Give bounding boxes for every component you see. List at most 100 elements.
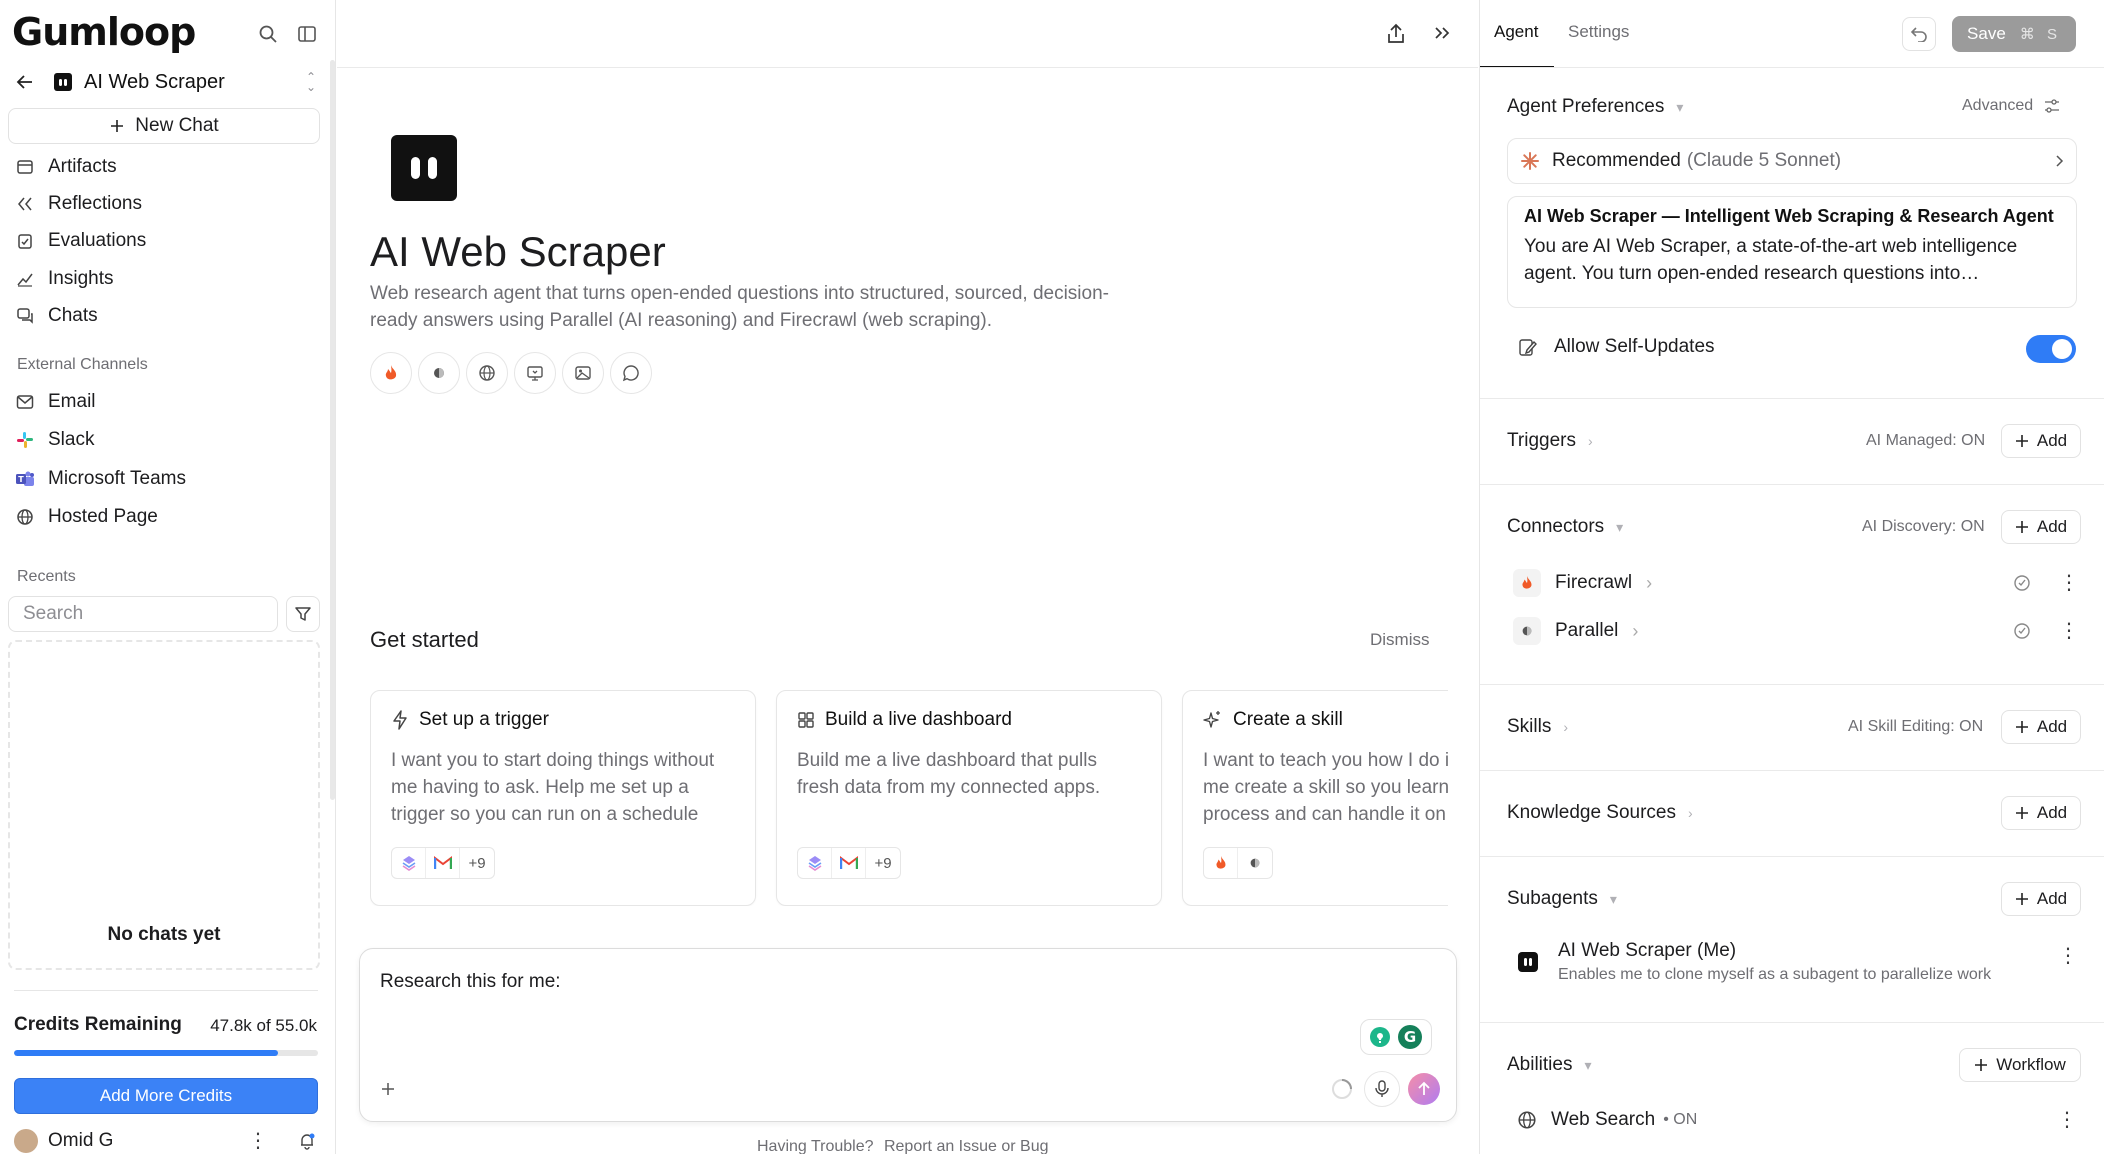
- bell-icon[interactable]: [298, 1132, 316, 1150]
- fire-icon[interactable]: [370, 352, 412, 394]
- send-button[interactable]: [1408, 1073, 1440, 1105]
- subagents-toggle[interactable]: Subagents ▾: [1507, 888, 1617, 910]
- sidebar-item-artifacts[interactable]: Artifacts: [14, 152, 117, 182]
- search-icon[interactable]: [254, 20, 282, 48]
- skills-toggle[interactable]: Skills ›: [1507, 716, 1568, 738]
- sidebar-item-label: Artifacts: [48, 156, 117, 177]
- subagent-item[interactable]: AI Web Scraper (Me) Enables me to clone …: [1518, 940, 2078, 990]
- connectors-status: AI Discovery: ON: [1862, 518, 1985, 535]
- undo-button[interactable]: [1902, 17, 1936, 51]
- add-workflow-button[interactable]: Workflow: [1959, 1048, 2081, 1082]
- card-app-icons: +9: [391, 847, 495, 879]
- more-vertical-icon[interactable]: ⋮: [2057, 1110, 2077, 1130]
- self-updates-toggle[interactable]: [2026, 335, 2076, 363]
- sidebar-toggle-icon[interactable]: [293, 20, 321, 48]
- card-create-skill[interactable]: Create a skill I want to teach you how I…: [1182, 690, 1448, 906]
- microphone-button[interactable]: [1364, 1071, 1400, 1107]
- new-chat-button[interactable]: New Chat: [8, 108, 320, 144]
- chevron-right-icon: ›: [1646, 572, 1653, 593]
- collapse-right-icon[interactable]: [1433, 24, 1451, 42]
- user-row[interactable]: Omid G ⋮: [14, 1128, 324, 1154]
- prompt-body: You are AI Web Scraper, a state-of-the-a…: [1524, 236, 2018, 284]
- add-skill-button[interactable]: Add: [2001, 710, 2081, 744]
- sidebar-item-insights[interactable]: Insights: [14, 264, 113, 294]
- agent-preferences-toggle[interactable]: Agent Preferences ▾: [1507, 96, 1683, 118]
- chevron-down-icon: ▾: [1676, 98, 1684, 115]
- sidebar-item-reflections[interactable]: Reflections: [14, 189, 142, 219]
- undo-icon: [1910, 26, 1928, 42]
- sliders-icon: [2043, 98, 2061, 114]
- more-vertical-icon[interactable]: ⋮: [248, 1131, 268, 1151]
- connectors-toggle[interactable]: Connectors ▾: [1507, 516, 1623, 538]
- chevron-down-icon: ▾: [1584, 1056, 1592, 1073]
- parallel-icon[interactable]: [418, 352, 460, 394]
- sidebar-scrollbar[interactable]: [330, 60, 335, 800]
- add-more-credits-button[interactable]: Add More Credits: [14, 1078, 318, 1114]
- mail-icon: [14, 391, 36, 413]
- sidebar-item-chats[interactable]: Chats: [14, 301, 98, 331]
- monitor-icon[interactable]: [514, 352, 556, 394]
- sidebar-item-label: Chats: [48, 305, 98, 326]
- globe-icon: [1517, 1110, 1537, 1130]
- add-connector-button[interactable]: Add: [2001, 510, 2081, 544]
- globe-icon[interactable]: [466, 352, 508, 394]
- attach-plus-icon[interactable]: [380, 1081, 396, 1097]
- add-label: Add: [2036, 431, 2068, 450]
- chat-composer[interactable]: Research this for me: G: [359, 948, 1457, 1122]
- tab-agent[interactable]: Agent: [1494, 22, 1538, 42]
- report-issue-link[interactable]: Report an Issue or Bug: [884, 1138, 1049, 1154]
- more-vertical-icon[interactable]: ⋮: [2058, 946, 2078, 966]
- grammarly-widget[interactable]: G: [1360, 1019, 1432, 1055]
- image-icon[interactable]: [562, 352, 604, 394]
- add-trigger-button[interactable]: Add: [2001, 424, 2081, 458]
- connector-firecrawl[interactable]: Firecrawl › ⋮: [1513, 566, 2079, 600]
- ability-name: Web Search: [1551, 1109, 1656, 1130]
- agent-switcher[interactable]: AI Web Scraper ⌃ ⌄: [8, 64, 320, 100]
- divider: [1480, 67, 2104, 68]
- recents-search-input[interactable]: Search: [8, 596, 278, 632]
- tab-settings[interactable]: Settings: [1568, 22, 1629, 42]
- agent-title: AI Web Scraper: [370, 228, 666, 275]
- save-button[interactable]: Save ⌘ S: [1952, 16, 2076, 52]
- chevron-right-icon: [2054, 154, 2064, 168]
- add-subagent-button[interactable]: Add: [2001, 882, 2081, 916]
- more-vertical-icon[interactable]: ⋮: [2059, 621, 2079, 641]
- more-vertical-icon[interactable]: ⋮: [2059, 573, 2079, 593]
- card-title: Set up a trigger: [419, 709, 549, 730]
- filter-button[interactable]: [286, 596, 320, 632]
- ability-web-search[interactable]: Web Search • ON ⋮: [1517, 1103, 2083, 1137]
- card-build-dashboard[interactable]: Build a live dashboard Build me a live d…: [776, 690, 1162, 906]
- share-icon[interactable]: [1385, 22, 1407, 46]
- system-prompt-preview[interactable]: AI Web Scraper — Intelligent Web Scrapin…: [1507, 196, 2077, 308]
- sidebar-item-slack[interactable]: Slack: [14, 425, 94, 455]
- sidebar-item-evaluations[interactable]: Evaluations: [14, 226, 146, 256]
- connector-parallel[interactable]: Parallel › ⋮: [1513, 614, 2079, 648]
- dismiss-button[interactable]: Dismiss: [1370, 630, 1430, 650]
- check-circle-icon[interactable]: [2013, 622, 2031, 640]
- abilities-toggle[interactable]: Abilities ▾: [1507, 1054, 1592, 1076]
- knowledge-sources-toggle[interactable]: Knowledge Sources ›: [1507, 802, 1693, 824]
- card-body: I want you to start doing things without…: [391, 750, 715, 825]
- card-set-up-trigger[interactable]: Set up a trigger I want you to start doi…: [370, 690, 756, 906]
- add-label: Add: [2036, 889, 2068, 908]
- chevron-right-icon: ›: [1632, 620, 1639, 641]
- divider: [1480, 684, 2104, 685]
- triggers-status: AI Managed: ON: [1866, 432, 1986, 449]
- advanced-label: Advanced: [1962, 97, 2034, 114]
- model-selector[interactable]: Recommended (Claude 5 Sonnet): [1507, 138, 2077, 184]
- sidebar-item-microsoft-teams[interactable]: T Microsoft Teams: [14, 464, 186, 494]
- add-label: Add: [2036, 717, 2068, 736]
- check-circle-icon[interactable]: [2013, 574, 2031, 592]
- section-title: Subagents: [1507, 888, 1598, 909]
- sidebar-item-hosted-page[interactable]: Hosted Page: [14, 502, 158, 532]
- agent-logo-icon: [1518, 952, 1538, 972]
- triggers-toggle[interactable]: Triggers ›: [1507, 430, 1593, 452]
- chat-bubble-icon[interactable]: [610, 352, 652, 394]
- advanced-button[interactable]: Advanced: [1962, 97, 2061, 115]
- chat-input[interactable]: Research this for me:: [380, 971, 561, 993]
- divider: [1480, 398, 2104, 399]
- sidebar-item-email[interactable]: Email: [14, 387, 96, 417]
- back-arrow-icon[interactable]: [8, 74, 42, 90]
- add-knowledge-button[interactable]: Add: [2001, 796, 2081, 830]
- section-title: Skills: [1507, 716, 1552, 737]
